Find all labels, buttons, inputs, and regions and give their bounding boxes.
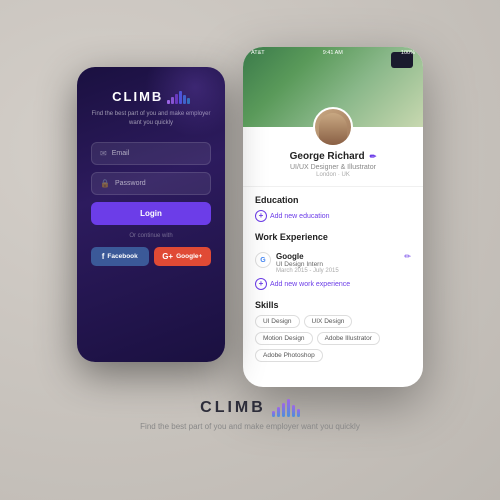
profile-name-row: George Richard ✏ [255,151,411,162]
login-phone: CLIMB Find the best part of you and make… [77,67,225,362]
skill-tag-ui-design[interactable]: UI Design [255,315,300,328]
skill-tag-adobe-illustrator[interactable]: Adobe Illustrator [317,332,380,345]
skill-tag-uix-design[interactable]: UIX Design [304,315,353,328]
work-details: Google ✏ UI Design Intern March 2015 - J… [276,252,411,274]
google-button[interactable]: G+ Google+ [154,247,212,266]
logo-bar-4 [179,91,182,104]
bottom-bar-6 [297,409,300,417]
carrier: AT&T [251,50,265,56]
login-logo-text: CLIMB [112,89,163,104]
work-role: UI Design Intern [276,261,411,268]
email-icon: ✉ [100,149,107,158]
password-field[interactable]: 🔒 Password [91,172,211,195]
logo-bar-3 [175,94,178,104]
email-field[interactable]: ✉ Email [91,142,211,165]
profile-phone: AT&T 9:41 AM 100% George Richard ✏ UI/UX… [243,47,423,387]
add-work-label: Add new work experience [270,281,350,288]
add-education-link[interactable]: + Add new education [255,210,411,222]
add-work-link[interactable]: + Add new work experience [255,278,411,290]
skills-section-title: Skills [255,300,411,310]
add-education-label: Add new education [270,213,330,220]
logo-bar-6 [187,98,190,104]
profile-title: UI/UX Designer & Illustrator [255,164,411,171]
edit-profile-icon[interactable]: ✏ [370,152,377,161]
work-section-title: Work Experience [255,232,328,242]
skill-tag-motion-design[interactable]: Motion Design [255,332,313,345]
profile-header: AT&T 9:41 AM 100% [243,47,423,127]
password-label: Password [115,180,146,187]
avatar [313,107,353,147]
add-education-icon: + [255,210,267,222]
bottom-bar-4 [287,399,290,417]
logo-bars [167,90,190,104]
google-label: Google+ [176,253,202,260]
work-header-row: Google ✏ [276,252,411,261]
login-tagline: Find the best part of you and make emplo… [91,110,211,128]
login-button[interactable]: Login [91,202,211,225]
email-label: Email [112,150,130,157]
profile-name-text: George Richard [290,151,365,162]
login-logo: CLIMB [112,89,190,104]
work-item: G Google ✏ UI Design Intern March 2015 -… [255,252,411,274]
facebook-button[interactable]: f Facebook [91,247,149,266]
avatar-silhouette [319,113,347,145]
bottom-logo-row: CLIMB [200,399,300,417]
work-dates: March 2015 - July 2015 [276,268,411,274]
battery: 100% [401,50,415,56]
facebook-label: Facebook [107,253,137,260]
bottom-bar-1 [272,411,275,417]
or-continue-text: Or continue with [129,233,172,239]
profile-body: Education + Add new education Work Exper… [243,187,423,387]
google-icon: G+ [162,252,173,261]
lock-icon: 🔒 [100,179,110,188]
profile-location: London · UK [255,172,411,178]
edit-work-icon[interactable]: ✏ [404,252,411,261]
facebook-icon: f [102,252,105,261]
work-company: Google [276,252,304,261]
google-logo-icon: G [255,252,271,268]
status-bar: AT&T 9:41 AM 100% [251,50,415,56]
bottom-tagline: Find the best part of you and make emplo… [140,421,360,433]
add-work-icon: + [255,278,267,290]
bottom-bar-3 [282,403,285,417]
bottom-logo: CLIMB Find the best part of you and make… [140,399,360,433]
bottom-logo-text: CLIMB [200,399,266,417]
work-experience-section-header: Work Experience [255,232,411,247]
logo-bar-1 [167,100,170,104]
bottom-logo-bars [272,399,300,417]
bottom-bar-2 [277,407,280,417]
logo-bar-5 [183,95,186,104]
education-section-title: Education [255,195,411,205]
logo-bar-2 [171,97,174,104]
skill-tags: UI Design UIX Design Motion Design Adobe… [255,315,411,362]
social-buttons: f Facebook G+ Google+ [91,247,211,266]
time: 9:41 AM [323,50,343,56]
google-g: G [260,257,265,264]
bottom-bar-5 [292,405,295,417]
skill-tag-adobe-photoshop[interactable]: Adobe Photoshop [255,349,323,362]
